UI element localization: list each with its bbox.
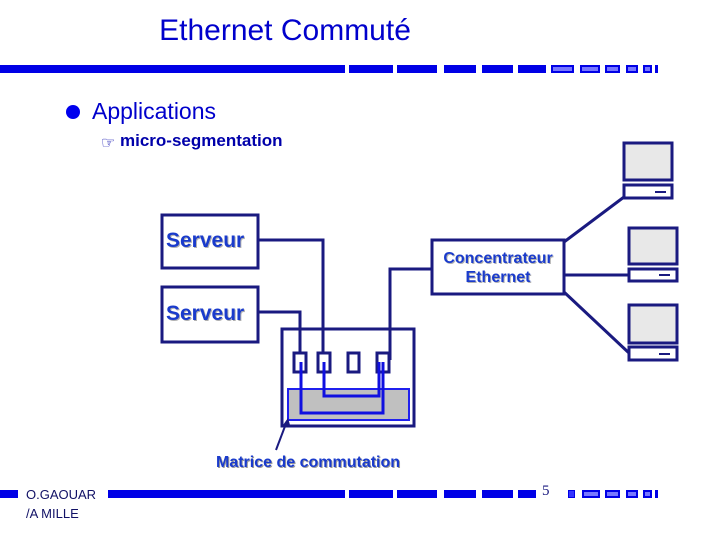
monitor-icon <box>627 303 679 345</box>
wire-hub-to-pc1 <box>563 195 625 244</box>
page-number: 5 <box>542 483 550 499</box>
computer-pc-3 <box>627 303 679 362</box>
hub-label: Concentrateur Ethernet <box>432 249 564 287</box>
monitor-icon <box>622 141 674 182</box>
matrix-label: Matrice de commutation <box>216 454 401 471</box>
server-label-1: Serveur <box>166 229 245 252</box>
server-label-2: Serveur <box>166 302 245 325</box>
monitor-icon <box>627 226 679 266</box>
author-line-2: /A MILLE <box>26 506 79 521</box>
hub-label-line2: Ethernet <box>465 269 531 286</box>
hub-label-line1: Concentrateur <box>443 250 553 267</box>
wire-hub-to-pc3 <box>562 290 631 355</box>
switch-port-3 <box>346 351 361 374</box>
computer-pc-2 <box>627 226 679 283</box>
computer-pc-1 <box>622 141 674 200</box>
switching-matrix <box>287 388 410 421</box>
author-line-1: O.GAOUAR <box>26 487 97 502</box>
